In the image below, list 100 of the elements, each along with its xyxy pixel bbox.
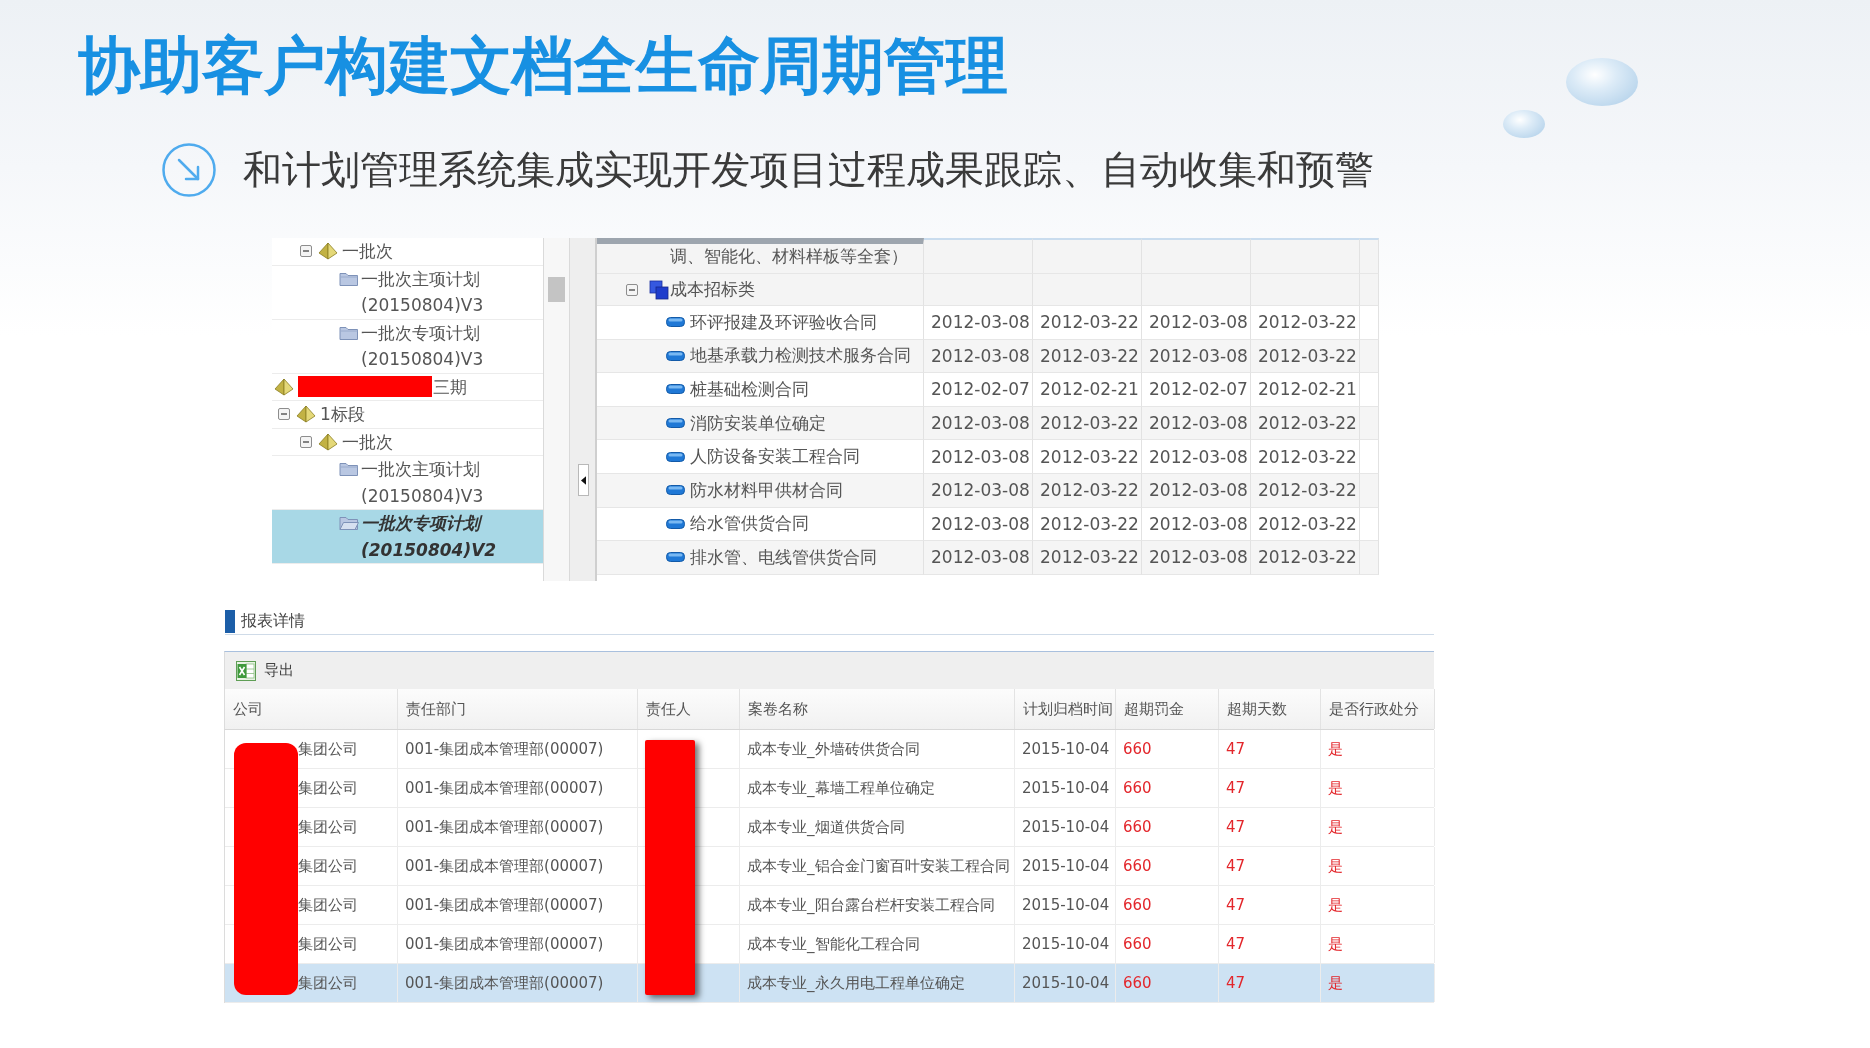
date-cell: 2012-03-08 xyxy=(924,339,1033,374)
column-header[interactable]: 公司 xyxy=(225,689,398,729)
date-cell: 2012-03-22 xyxy=(1033,473,1142,508)
tree-item-label: 三期 xyxy=(433,375,467,399)
date-cell: 2012-02-07 xyxy=(1142,373,1251,407)
column-header[interactable]: 超期天数 xyxy=(1219,689,1321,729)
table-cell: 是 xyxy=(1321,847,1435,885)
tree-item[interactable]: 一批次专项计划(20150804)V2 xyxy=(272,510,543,564)
table-cell: 001-集团成本管理部(00007) xyxy=(398,925,638,963)
table-cell: 2015-10-04 xyxy=(1015,808,1116,846)
diamond-icon xyxy=(296,405,316,424)
table-row[interactable]: 集团公司 001-集团成本管理部(00007) 成本专业_智能化工程合同 2015-10-04 660 47 是 xyxy=(225,925,1434,964)
pill-icon xyxy=(666,350,685,361)
table-row[interactable]: 集团公司 001-集团成本管理部(00007) 成本专业_烟道供货合同 2015-10-04 660 47 是 xyxy=(225,808,1434,847)
table-cell: 是 xyxy=(1321,808,1435,846)
tree-item[interactable]: 一批次主项计划(20150804)V3 xyxy=(272,265,543,320)
group-label: 成本招标类 xyxy=(670,278,755,301)
tree-item-label: 一批次 xyxy=(342,240,393,263)
tree-item[interactable]: 一批次 xyxy=(272,238,543,266)
date-cell: 2012-03-08 xyxy=(1142,440,1251,474)
table-cell: 660 xyxy=(1116,730,1219,768)
folder-icon xyxy=(339,461,359,477)
table-cell: 是 xyxy=(1321,769,1435,807)
item-name: 人防设备安装工程合同 xyxy=(690,445,860,469)
tree-item-label: 1标段 xyxy=(320,403,365,426)
table-cell: 660 xyxy=(1116,769,1219,807)
slide-title: 协助客户构建文档全生命周期管理 xyxy=(78,28,1008,104)
collapse-icon[interactable] xyxy=(300,245,312,258)
tree-item[interactable]: 1标段 xyxy=(272,401,543,429)
grid-row[interactable]: 桩基础检测合同 2012-02-07 2012-02-21 2012-02-07 2012-02-21 xyxy=(597,373,1379,407)
spreadsheet-icon xyxy=(236,660,256,681)
table-cell: 47 xyxy=(1219,886,1321,924)
grid-row[interactable]: 成本招标类 xyxy=(597,274,1379,306)
pill-icon xyxy=(666,317,685,328)
tree-item-label: 一批次专项计划(20150804)V3 xyxy=(361,321,485,371)
column-header[interactable]: 责任部门 xyxy=(398,689,638,729)
column-header[interactable]: 计划归档时间 xyxy=(1015,689,1116,729)
table-cell: 001-集团成本管理部(00007) xyxy=(398,847,638,885)
date-cell: 2012-03-08 xyxy=(924,306,1033,340)
diamond-icon xyxy=(274,377,294,396)
table-cell: 是 xyxy=(1321,925,1435,963)
date-cell: 2012-03-22 xyxy=(1251,306,1360,340)
pill-icon xyxy=(666,552,685,563)
collapse-button[interactable] xyxy=(578,464,589,496)
table-row[interactable]: 集团公司 001-集团成本管理部(00007) 成本专业_外墙砖供货合同 2015-10-04 660 47 是 xyxy=(225,730,1434,769)
scrollbar-track[interactable] xyxy=(543,238,570,581)
table-cell: 是 xyxy=(1321,886,1435,924)
date-cell: 2012-02-21 xyxy=(1033,373,1142,407)
table-cell: 成本专业_阳台露台栏杆安装工程合同 xyxy=(740,886,1015,924)
table-row[interactable]: 集团公司 001-集团成本管理部(00007) 成本专业_阳台露台栏杆安装工程合同 2015-10-04 660 47 是 xyxy=(225,886,1434,925)
collapse-icon[interactable] xyxy=(300,435,312,448)
table-cell: 2015-10-04 xyxy=(1015,925,1116,963)
date-cell: 2012-03-22 xyxy=(1033,440,1142,474)
collapse-icon[interactable] xyxy=(278,408,290,421)
column-header[interactable]: 超期罚金 xyxy=(1116,689,1219,729)
grid-row[interactable]: 排水管、电线管供货合同 2012-03-08 2012-03-22 2012-03-08 2012-03-22 xyxy=(597,541,1379,575)
table-cell: 是 xyxy=(1321,730,1435,768)
table-cell: 660 xyxy=(1116,886,1219,924)
table-cell: 47 xyxy=(1219,808,1321,846)
column-header[interactable]: 是否行政处分 xyxy=(1321,689,1435,729)
scrollbar-thumb[interactable] xyxy=(548,277,565,302)
table-row[interactable]: 集团公司 001-集团成本管理部(00007) 成本专业_永久用电工程单位确定 2015-10-04 660 47 是 xyxy=(225,964,1434,1003)
pill-icon xyxy=(666,418,685,429)
item-name: 环评报建及环评验收合同 xyxy=(690,310,877,334)
tree-item[interactable]: 三期 xyxy=(272,373,543,401)
grid-row[interactable]: 环评报建及环评验收合同 2012-03-08 2012-03-22 2012-03-08 2012-03-22 xyxy=(597,306,1379,340)
table-cell: 001-集团成本管理部(00007) xyxy=(398,730,638,768)
table-row[interactable]: 集团公司 001-集团成本管理部(00007) 成本专业_铝合金门窗百叶安装工程合同 2015-10-04 660 47 是 xyxy=(225,847,1434,886)
table-cell: 001-集团成本管理部(00007) xyxy=(398,886,638,924)
column-header[interactable]: 责任人 xyxy=(638,689,740,729)
grid-row[interactable]: 地基承载力检测技术服务合同 2012-03-08 2012-03-22 2012-03-08 2012-03-22 xyxy=(597,339,1379,374)
table-row[interactable]: 集团公司 001-集团成本管理部(00007) 成本专业_幕墙工程单位确定 2015-10-04 660 47 是 xyxy=(225,769,1434,808)
table-cell: 2015-10-04 xyxy=(1015,730,1116,768)
date-cell: 2012-03-08 xyxy=(1142,406,1251,441)
tree-item[interactable]: 一批次专项计划(20150804)V3 xyxy=(272,319,543,374)
item-name: 消防安装单位确定 xyxy=(690,411,826,435)
table-cell: 2015-10-04 xyxy=(1015,964,1116,1002)
table-cell: 001-集团成本管理部(00007) xyxy=(398,964,638,1002)
grid-row[interactable]: 调、智能化、材料样板等全套） xyxy=(597,238,1379,274)
collapse-icon[interactable] xyxy=(626,283,638,296)
folder-icon xyxy=(339,515,359,531)
table-cell: 660 xyxy=(1116,925,1219,963)
date-cell: 2012-03-22 xyxy=(1033,339,1142,374)
date-cell: 2012-03-08 xyxy=(1142,541,1251,575)
date-cell: 2012-03-22 xyxy=(1033,406,1142,441)
table-cell: 成本专业_烟道供货合同 xyxy=(740,808,1015,846)
table-cell: 001-集团成本管理部(00007) xyxy=(398,769,638,807)
item-name: 防水材料甲供材合同 xyxy=(690,478,843,502)
table-cell: 660 xyxy=(1116,808,1219,846)
table-cell: 2015-10-04 xyxy=(1015,847,1116,885)
grid-row[interactable]: 防水材料甲供材合同 2012-03-08 2012-03-22 2012-03-08 2012-03-22 xyxy=(597,473,1379,508)
column-header[interactable]: 案卷名称 xyxy=(740,689,1015,729)
table-cell: 47 xyxy=(1219,730,1321,768)
grid-row[interactable]: 人防设备安装工程合同 2012-03-08 2012-03-22 2012-03-08 2012-03-22 xyxy=(597,440,1379,474)
date-cell: 2012-03-22 xyxy=(1251,440,1360,474)
date-cell: 2012-03-22 xyxy=(1033,541,1142,575)
tree-item[interactable]: 一批次 xyxy=(272,428,543,456)
date-cell: 2012-03-22 xyxy=(1033,306,1142,340)
grid-row[interactable]: 消防安装单位确定 2012-03-08 2012-03-22 2012-03-08 2012-03-22 xyxy=(597,406,1379,441)
export-button[interactable]: 导出 xyxy=(234,658,298,683)
